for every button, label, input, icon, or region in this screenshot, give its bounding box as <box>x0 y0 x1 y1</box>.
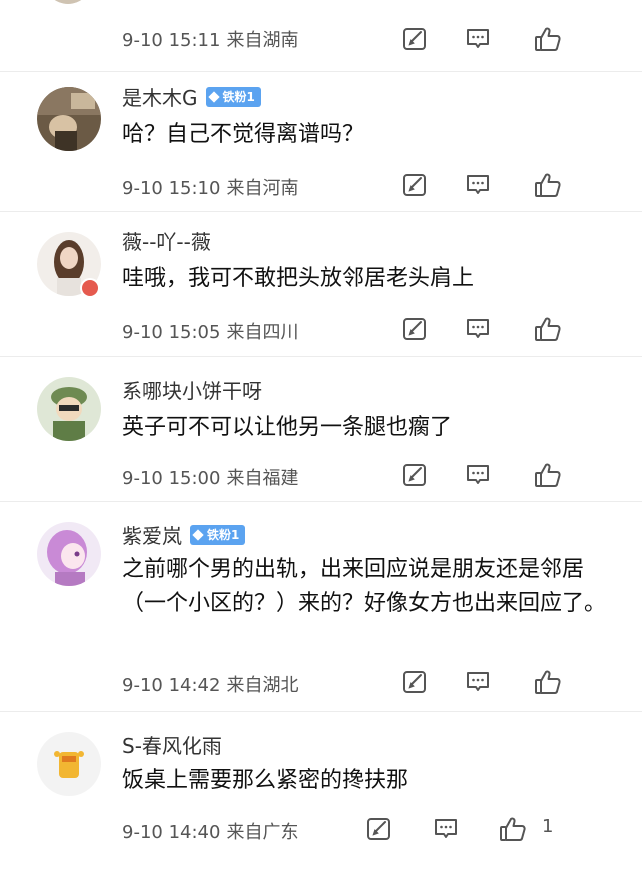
avatar[interactable] <box>37 87 101 151</box>
comment-location: 来自湖北 <box>226 675 299 696</box>
avatar[interactable] <box>44 0 92 4</box>
comment-actions: 1 <box>367 814 602 844</box>
diamond-icon <box>192 528 204 541</box>
username-text: 是木木G <box>122 86 198 110</box>
comment-time: 9-10 15:11 <box>122 30 221 51</box>
username[interactable]: 薇--吖--薇 <box>122 226 211 255</box>
repost-button[interactable] <box>402 667 432 697</box>
comment-item: 紫爱岚 铁粉1 之前哪个男的出轨，出来回应说是朋友还是邻居（一个小区的？）来的？… <box>0 502 642 712</box>
thumbs-up-icon <box>534 25 562 53</box>
comment-meta: 9-10 15:10 来自河南 <box>122 174 298 200</box>
comment-icon <box>465 172 491 198</box>
comment-actions <box>402 460 602 490</box>
edit-icon <box>366 816 392 842</box>
comment-actions <box>402 170 602 200</box>
avatar[interactable] <box>37 377 101 441</box>
comment-icon <box>433 816 459 842</box>
reply-button[interactable] <box>465 460 495 490</box>
username[interactable]: 是木木G 铁粉1 <box>122 82 261 111</box>
comment-item: S-春风化雨 饭桌上需要那么紧密的搀扶那 9-10 14:40 来自广东 1 <box>0 712 642 876</box>
comment-meta: 9-10 15:00 来自福建 <box>122 464 298 490</box>
username-text: 紫爱岚 <box>122 524 182 548</box>
reply-button[interactable] <box>465 170 495 200</box>
comment-actions <box>402 667 602 697</box>
comment-meta: 9-10 14:42 来自湖北 <box>122 671 298 697</box>
comment-time: 9-10 14:42 <box>122 675 221 696</box>
comment-time: 9-10 14:40 <box>122 822 221 843</box>
comment-text: 英子可不可以让他另一条腿也瘸了 <box>122 415 453 440</box>
edit-icon <box>402 316 428 342</box>
diamond-icon <box>207 90 220 103</box>
thumbs-up-icon <box>534 315 562 343</box>
reply-button[interactable] <box>433 814 463 844</box>
comment-time: 9-10 15:10 <box>122 178 221 199</box>
edit-icon <box>402 462 428 488</box>
username-text: S-春风化雨 <box>122 734 222 758</box>
reply-button[interactable] <box>465 667 495 697</box>
like-button[interactable] <box>534 170 564 200</box>
comment-item: 是木木G 铁粉1 哈？自己不觉得离谱吗？ 9-10 15:10 来自河南 <box>0 72 642 212</box>
edit-icon <box>402 669 428 695</box>
comment-location: 来自四川 <box>226 322 299 343</box>
username[interactable]: 系哪块小饼干呀 <box>122 375 262 404</box>
avatar[interactable] <box>37 522 101 586</box>
comment-item: 薇--吖--薇 哇哦，我可不敢把头放邻居老头肩上 9-10 15:05 来自四川 <box>0 212 642 357</box>
comment-meta: 9-10 14:40 来自广东 <box>122 818 298 844</box>
reply-button[interactable] <box>465 314 495 344</box>
badge-label: 铁粉1 <box>222 89 255 104</box>
thumbs-up-icon <box>499 815 527 843</box>
badge-label: 铁粉1 <box>207 527 240 542</box>
comment-time: 9-10 15:00 <box>122 468 221 489</box>
comment-meta: 9-10 15:11 来自湖南 <box>122 26 298 52</box>
comment-text: 饭桌上需要那么紧密的搀扶那 <box>122 768 409 793</box>
repost-button[interactable] <box>402 314 432 344</box>
like-button[interactable] <box>534 460 564 490</box>
comment-text: 哈？自己不觉得离谱吗？ <box>122 122 365 147</box>
repost-button[interactable] <box>366 814 396 844</box>
repost-button[interactable] <box>402 460 432 490</box>
comment-meta: 9-10 15:05 来自四川 <box>122 318 298 344</box>
reply-button[interactable] <box>465 24 495 54</box>
thumbs-up-icon <box>534 668 562 696</box>
comment-actions <box>402 24 602 54</box>
comment-location: 来自广东 <box>226 822 299 843</box>
comment-item: 系哪块小饼干呀 英子可不可以让他另一条腿也瘸了 9-10 15:00 来自福建 <box>0 357 642 502</box>
comment-time: 9-10 15:05 <box>122 322 221 343</box>
like-button[interactable] <box>534 667 564 697</box>
username-text: 系哪块小饼干呀 <box>122 379 262 403</box>
avatar[interactable] <box>37 732 101 796</box>
edit-icon <box>402 26 428 52</box>
thumbs-up-icon <box>534 171 562 199</box>
like-button[interactable] <box>534 314 564 344</box>
username-text: 薇--吖--薇 <box>122 230 211 254</box>
comment-location: 来自福建 <box>226 468 299 489</box>
comment-location: 来自河南 <box>226 178 299 199</box>
username[interactable]: S-春风化雨 <box>122 730 222 759</box>
fan-badge: 铁粉1 <box>205 86 261 107</box>
like-button[interactable] <box>534 24 564 54</box>
comment-partial: 9-10 15:11 来自湖南 <box>0 0 642 72</box>
vip-badge <box>80 278 100 298</box>
thumbs-up-icon <box>534 461 562 489</box>
edit-icon <box>402 172 428 198</box>
repost-button[interactable] <box>402 170 432 200</box>
comment-actions <box>402 314 602 344</box>
comment-location: 来自湖南 <box>226 30 299 51</box>
fan-badge: 铁粉1 <box>190 524 246 545</box>
vip-badge-icon <box>82 280 98 296</box>
username[interactable]: 紫爱岚 铁粉1 <box>122 520 246 549</box>
comment-icon <box>465 26 491 52</box>
repost-button[interactable] <box>402 24 432 54</box>
comment-icon <box>465 669 491 695</box>
comment-icon <box>465 462 491 488</box>
like-button[interactable] <box>499 814 529 844</box>
comment-icon <box>465 316 491 342</box>
comment-text: 之前哪个男的出轨，出来回应说是朋友还是邻居（一个小区的？）来的？好像女方也出来回… <box>122 557 607 616</box>
like-count: 1 <box>542 816 554 837</box>
comment-text: 哇哦，我可不敢把头放邻居老头肩上 <box>122 266 475 291</box>
